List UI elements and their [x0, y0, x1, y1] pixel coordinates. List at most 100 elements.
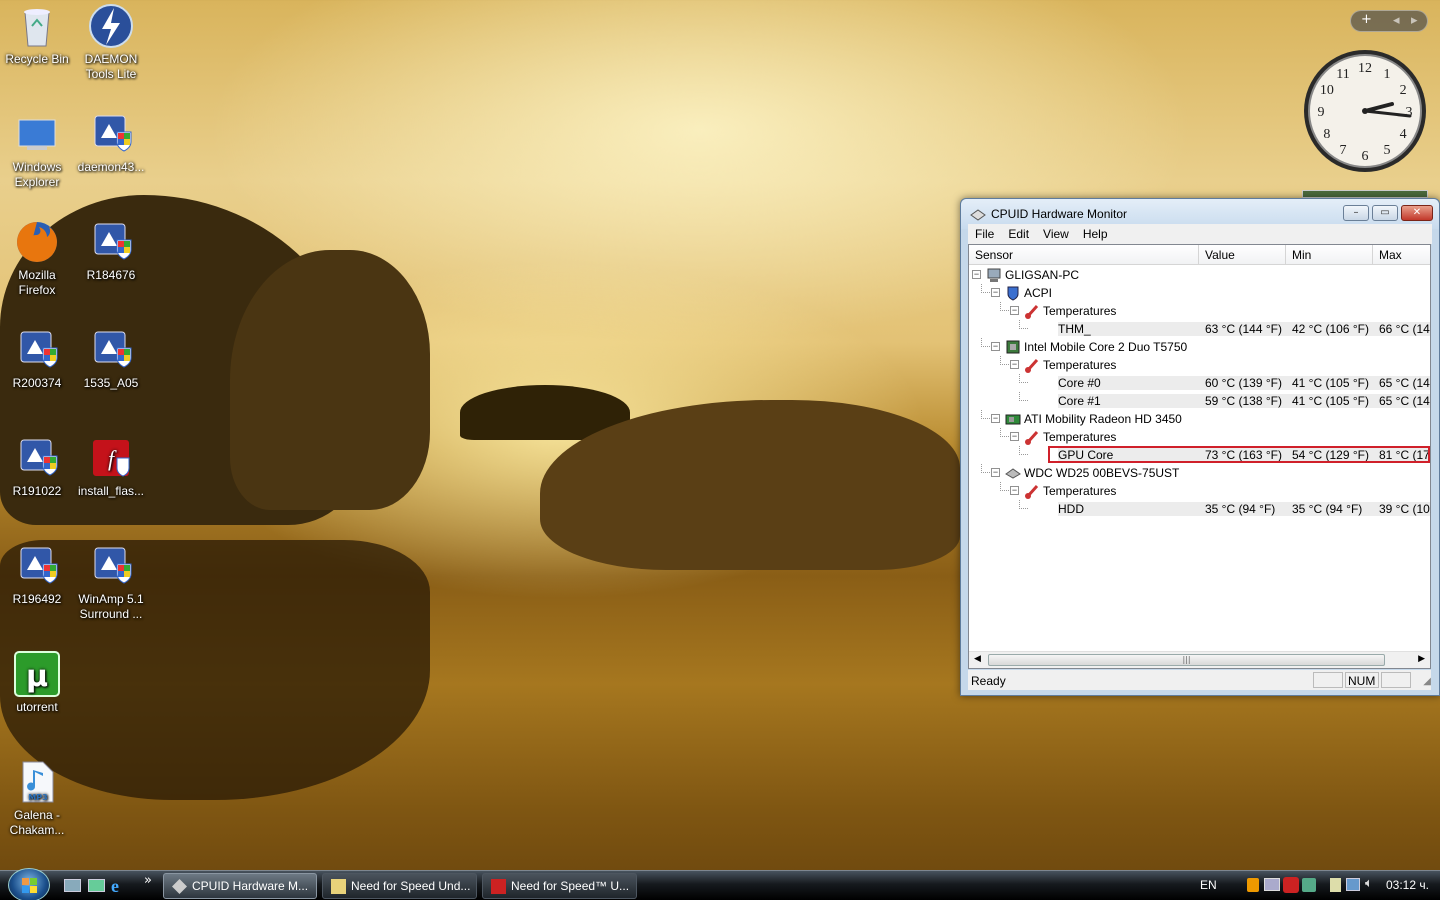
scroll-thumb[interactable]: |||: [988, 654, 1385, 666]
cpuid-app-icon: [970, 208, 986, 225]
tree-line: [981, 464, 990, 473]
desktop-icon[interactable]: MP3 Galena - Chakam...: [0, 758, 74, 838]
tree-collapse-toggle[interactable]: −: [991, 342, 1000, 351]
internet-explorer-icon[interactable]: e: [111, 876, 119, 897]
tree-row[interactable]: − ACPI: [969, 284, 1430, 302]
thermometer-icon: [1024, 303, 1040, 319]
next-gadget-button[interactable]: ▸: [1411, 13, 1418, 28]
column-max[interactable]: Max: [1373, 245, 1433, 265]
language-indicator[interactable]: EN: [1200, 871, 1217, 899]
tree-row[interactable]: − Temperatures: [969, 428, 1430, 446]
scroll-right-arrow[interactable]: ▶: [1418, 654, 1425, 664]
sidebar-gadget-edge: [1302, 190, 1428, 198]
windows-explorer-icon: [13, 110, 61, 158]
clock-gadget[interactable]: 12 1 2 3 4 5 6 7 8 9 10 11: [1302, 48, 1428, 174]
desktop-icon[interactable]: R184676: [74, 218, 148, 283]
desktop-icon[interactable]: DAEMON Tools Lite: [74, 2, 148, 82]
desktop-icon-label: DAEMON Tools Lite: [84, 52, 138, 81]
menu-help[interactable]: Help: [1076, 224, 1115, 241]
desktop-icon[interactable]: R196492: [0, 542, 74, 607]
column-min[interactable]: Min: [1286, 245, 1373, 265]
minimize-button[interactable]: –: [1343, 205, 1369, 221]
tree-collapse-toggle[interactable]: −: [1010, 360, 1019, 369]
sensor-value: 63 °C (144 °F): [1205, 322, 1282, 336]
previous-gadget-button[interactable]: ◂: [1393, 13, 1400, 28]
tree-collapse-toggle[interactable]: −: [1010, 306, 1019, 315]
status-pane-empty: [1313, 672, 1343, 688]
taskbar-button-nfs-folder[interactable]: Need for Speed Und...: [322, 873, 477, 899]
installer-icon: [13, 542, 61, 590]
quick-launch-chevron[interactable]: »: [144, 873, 152, 888]
add-gadget-button[interactable]: +: [1361, 12, 1372, 27]
desktop-icon[interactable]: WinAmp 5.1 Surround ...: [74, 542, 148, 622]
tree-line: [1019, 392, 1028, 401]
tree-collapse-toggle[interactable]: −: [1010, 432, 1019, 441]
cpu-icon: [1005, 339, 1021, 355]
tree-collapse-toggle[interactable]: −: [991, 468, 1000, 477]
maximize-button[interactable]: ▭: [1372, 205, 1398, 221]
desktop-icon-label: Recycle Bin: [5, 52, 69, 66]
scroll-left-arrow[interactable]: ◀: [974, 654, 981, 664]
desktop-icon[interactable]: R191022: [0, 434, 74, 499]
tree-row[interactable]: HDD 35 °C (94 °F) 35 °C (94 °F) 39 °C (10.: [969, 500, 1431, 518]
flash-installer-icon: f: [87, 434, 135, 482]
tree-line: [1000, 428, 1009, 437]
tree-collapse-toggle[interactable]: −: [991, 414, 1000, 423]
desktop-icon[interactable]: Recycle Bin: [0, 2, 74, 67]
taskbar-button-cpuid[interactable]: CPUID Hardware M...: [163, 873, 317, 899]
taskbar-button-nfs-game[interactable]: Need for Speed™ U...: [482, 873, 637, 899]
close-button[interactable]: ✕: [1401, 205, 1433, 221]
tree-row[interactable]: − ATI Mobility Radeon HD 3450: [969, 410, 1430, 428]
status-pane-empty-2: [1381, 672, 1411, 688]
tree-collapse-toggle[interactable]: −: [1010, 486, 1019, 495]
desktop-icon[interactable]: 1535_A05: [74, 326, 148, 391]
taskbar: e » CPUID Hardware M... Need for Speed U…: [0, 868, 1440, 900]
desktop-icon[interactable]: f install_flas...: [74, 434, 148, 499]
tree-row[interactable]: − GLIGSAN-PC: [969, 266, 1430, 284]
column-value[interactable]: Value: [1199, 245, 1286, 265]
tray-icon-shield[interactable]: [1247, 878, 1259, 892]
horizontal-scrollbar[interactable]: ◀ ||| ▶: [969, 651, 1430, 668]
thermometer-icon: [1024, 483, 1040, 499]
highlight-box: [1048, 446, 1430, 463]
menu-edit[interactable]: Edit: [1001, 224, 1036, 241]
desktop-icon-label: utorrent: [16, 700, 58, 714]
tray-icon-clipboard[interactable]: [1330, 878, 1341, 892]
desktop-icon[interactable]: Mozilla Firefox: [0, 218, 74, 298]
tree-row[interactable]: Core #1 59 °C (138 °F) 41 °C (105 °F) 65 °C…: [969, 392, 1430, 410]
menu-file[interactable]: File: [968, 224, 1001, 241]
tree-row[interactable]: − Intel Mobile Core 2 Duo T5750: [969, 338, 1430, 356]
tray-network-icon[interactable]: [1346, 878, 1360, 891]
desktop-icon[interactable]: daemon43...: [74, 110, 148, 175]
desktop-icon[interactable]: µ utorrent: [0, 650, 74, 715]
show-desktop-icon[interactable]: [64, 879, 81, 892]
tree-row[interactable]: − Temperatures: [969, 356, 1430, 374]
desktop-icon[interactable]: R200374: [0, 326, 74, 391]
resize-grip-icon[interactable]: ◢: [1423, 676, 1431, 687]
tray-icon-app[interactable]: [1302, 878, 1316, 892]
menu-view[interactable]: View: [1036, 224, 1076, 241]
desktop-icon[interactable]: Windows Explorer: [0, 110, 74, 190]
sensor-label: ATI Mobility Radeon HD 3450: [1024, 412, 1182, 426]
tree-row[interactable]: GPU Core 73 °C (163 °F) 54 °C (129 °F) 81 °…: [969, 446, 1430, 464]
start-button[interactable]: [8, 868, 50, 900]
cpuid-window[interactable]: CPUID Hardware Monitor – ▭ ✕ File Edit Vie…: [960, 198, 1440, 696]
taskbar-clock[interactable]: 03:12 ч.: [1386, 871, 1429, 899]
tree-collapse-toggle[interactable]: −: [972, 270, 981, 279]
sensor-label: Temperatures: [1043, 358, 1117, 372]
sensor-min: 42 °C (106 °F): [1292, 322, 1369, 336]
sensor-label: Temperatures: [1043, 304, 1117, 318]
tray-volume-icon[interactable]: 🔈︎: [1365, 876, 1373, 891]
tree-row[interactable]: THM_ 63 °C (144 °F) 42 °C (106 °F) 66 °C (1…: [969, 320, 1430, 338]
switch-windows-icon[interactable]: [88, 879, 105, 892]
column-sensor[interactable]: Sensor: [969, 245, 1199, 265]
tree-row[interactable]: − Temperatures: [969, 482, 1430, 500]
tree-row[interactable]: − WDC WD25 00BEVS-75UST: [969, 464, 1430, 482]
sensor-tree-view[interactable]: Sensor Value Min Max − GLIGSAN-PC − ACPI − Te…: [968, 244, 1431, 669]
tree-row[interactable]: − Temperatures: [969, 302, 1430, 320]
tray-icon-monitor[interactable]: [1264, 878, 1280, 891]
tray-icon-flash[interactable]: [1283, 877, 1299, 893]
tree-collapse-toggle[interactable]: −: [991, 288, 1000, 297]
tree-row[interactable]: Core #0 60 °C (139 °F) 41 °C (105 °F) 65 °C…: [969, 374, 1430, 392]
cpuid-taskbar-icon: [172, 879, 187, 894]
